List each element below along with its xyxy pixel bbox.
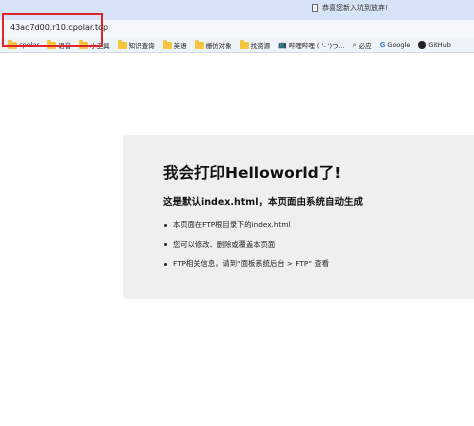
bookmark-bing[interactable]: ⌕ 必应: [353, 40, 372, 50]
bookmark-objects[interactable]: 栅仿对象: [194, 39, 232, 50]
folder-icon: [239, 39, 249, 49]
bookmark-label: 英语: [173, 42, 187, 50]
bookmark-english[interactable]: 英语: [162, 39, 187, 50]
info-list: 本页面在FTP根目录下的index.html 您可以修改、删除或覆盖本页面 FT…: [163, 220, 329, 279]
bookmark-label: 知识查询: [128, 42, 155, 50]
list-item: 本页面在FTP根目录下的index.html: [163, 220, 329, 240]
bookmark-label: Google: [387, 41, 411, 49]
github-icon: [418, 41, 427, 49]
document-icon: [312, 4, 318, 12]
content-card: 我会打印Helloworld了! 这是默认index.html，本页面由系统自动…: [123, 135, 474, 299]
bookmark-label: GitHub: [428, 41, 451, 49]
bookmark-label: 哔哩哔哩 ( '- ')つ...: [288, 42, 345, 50]
list-item: 您可以修改、删除或覆盖本页面: [163, 240, 329, 260]
list-item: FTP相关信息，请到“面板系统后台 > FTP” 查看: [163, 259, 329, 279]
bookmark-knowledge[interactable]: 知识查询: [117, 39, 155, 50]
page-notice: 恭喜您新入坑到放弃!: [312, 3, 388, 13]
bookmark-label: 找资源: [250, 42, 271, 50]
bookmark-github[interactable]: GitHub: [418, 41, 451, 49]
folder-icon: [194, 39, 204, 49]
page-subheading: 这是默认index.html，本页面由系统自动生成: [163, 197, 363, 208]
notice-text: 恭喜您新入坑到放弃!: [322, 4, 388, 12]
highlight-box: [2, 13, 103, 47]
folder-icon: [162, 39, 172, 49]
bookmark-bilibili[interactable]: 📺 哔哩哔哩 ( '- ')つ...: [278, 40, 345, 50]
bookmark-resources[interactable]: 找资源: [239, 39, 271, 50]
search-icon: ⌕: [352, 40, 357, 49]
bilibili-tv-icon: 📺: [278, 40, 287, 49]
bookmark-label: 栅仿对象: [205, 42, 232, 50]
google-icon: G: [379, 40, 386, 49]
page-heading: 我会打印Helloworld了!: [163, 164, 342, 182]
bookmark-google[interactable]: G Google: [380, 41, 411, 49]
folder-icon: [117, 39, 127, 49]
bookmark-label: 必应: [358, 42, 372, 50]
